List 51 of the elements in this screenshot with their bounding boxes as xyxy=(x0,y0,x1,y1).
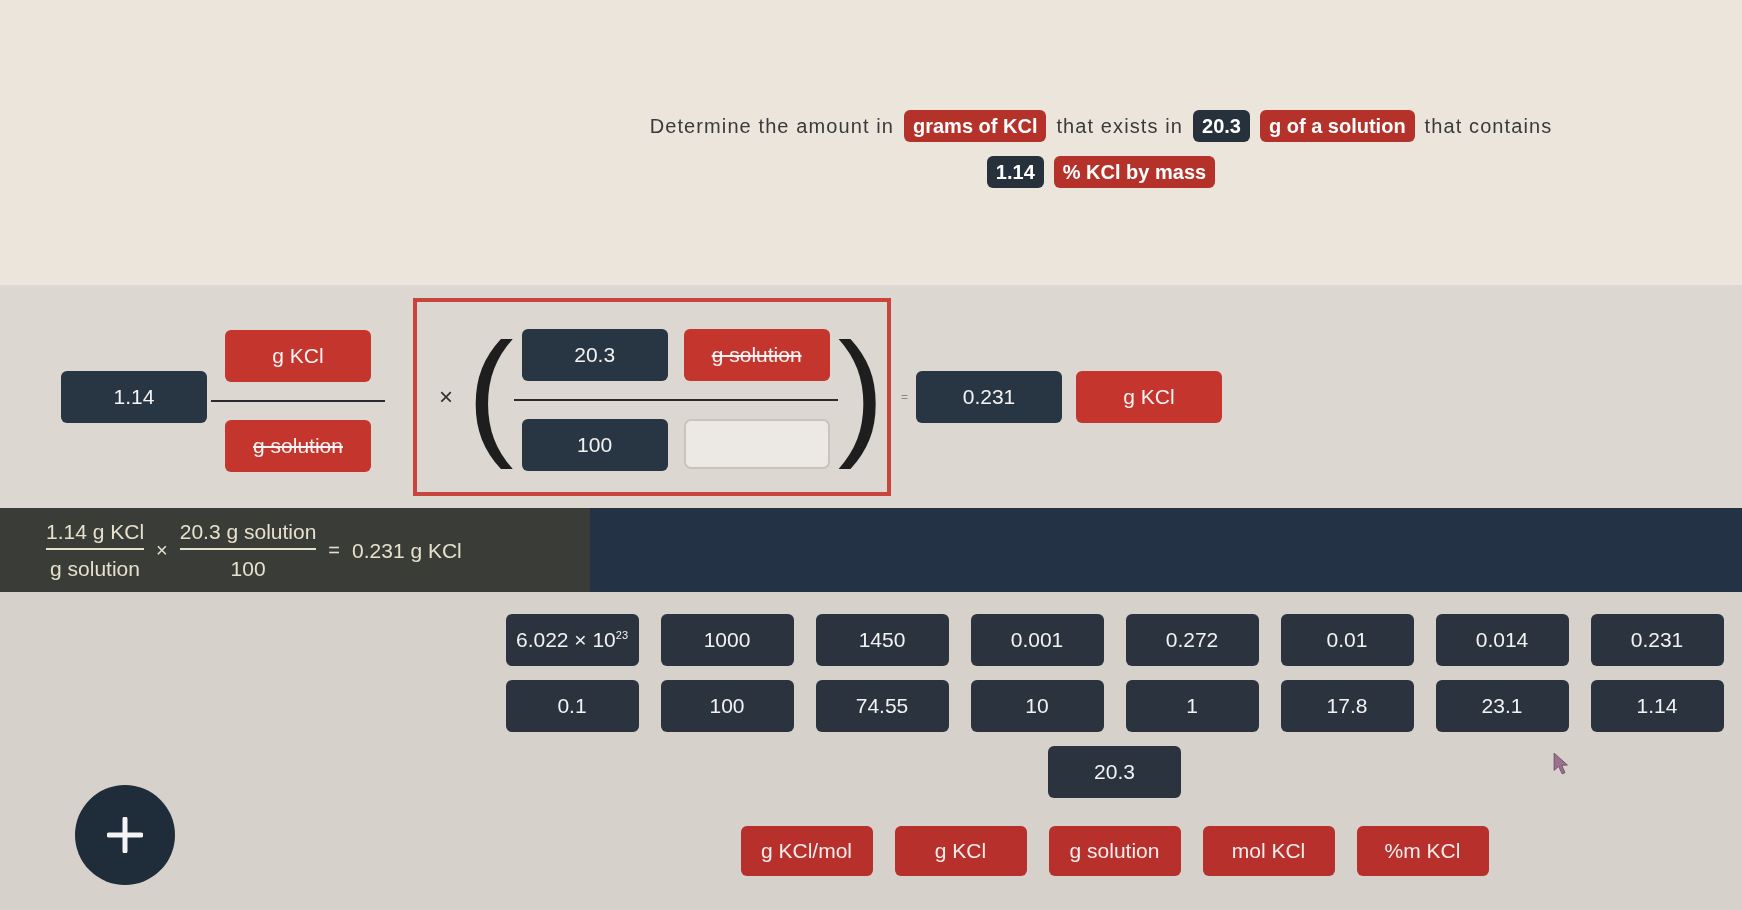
number-tile[interactable]: 0.1 xyxy=(505,680,639,732)
number-tile[interactable]: 1000 xyxy=(660,614,794,666)
question-text: Determine the amount in xyxy=(649,114,894,138)
number-tile[interactable]: 20.3 xyxy=(1048,746,1181,798)
equals-sign: = xyxy=(901,389,908,404)
unit-tile[interactable]: %m KCl xyxy=(1356,826,1489,876)
quantity-tile[interactable]: 100 xyxy=(521,418,668,471)
fraction-numerator: 20.3 g solution xyxy=(179,519,317,544)
operator-sign: × xyxy=(156,538,168,562)
number-tile[interactable]: 0.272 xyxy=(1125,614,1259,666)
number-tile[interactable]: 100 xyxy=(660,680,794,732)
number-tile[interactable]: 0.231 xyxy=(1590,614,1724,666)
plus-icon xyxy=(107,817,143,853)
unit-tile[interactable]: g solution xyxy=(683,328,830,381)
quantity-tile[interactable]: 0.231 xyxy=(916,370,1062,423)
unit-tile[interactable]: g solution xyxy=(1048,826,1181,876)
number-tile[interactable]: 17.8 xyxy=(1280,680,1414,732)
number-tile[interactable]: 0.01 xyxy=(1280,614,1414,666)
question-text: that contains xyxy=(1424,114,1553,138)
number-tile[interactable]: 1450 xyxy=(815,614,949,666)
unit-tile[interactable]: g KCl xyxy=(1076,370,1222,423)
open-parenthesis: ( xyxy=(467,316,514,467)
unit-chip: g of a solution xyxy=(1259,110,1415,142)
number-tile[interactable]: 74.55 xyxy=(815,680,949,732)
number-tile[interactable]: 23.1 xyxy=(1435,680,1569,732)
operator-sign: = xyxy=(328,538,341,562)
quantity-tile[interactable]: 1.14 xyxy=(61,370,207,423)
fraction-numerator: 1.14 g KCl xyxy=(46,519,145,544)
fraction-denominator: 100 xyxy=(230,556,266,581)
number-tile[interactable]: 0.014 xyxy=(1435,614,1569,666)
unit-tile[interactable]: mol KCl xyxy=(1202,826,1335,876)
fraction-denominator: g solution xyxy=(50,556,140,581)
number-tile[interactable]: 1.14 xyxy=(1590,680,1724,732)
result-text: 0.231 g KCl xyxy=(352,537,462,563)
unit-tile[interactable]: g KCl/mol xyxy=(740,826,873,876)
number-tile[interactable]: 6.022 × 10$^{23}$ xyxy=(505,614,639,666)
number-tile[interactable]: 0.001 xyxy=(970,614,1104,666)
unit-chip: % KCl by mass xyxy=(1053,156,1216,188)
quantity-chip: 20.3 xyxy=(1193,110,1250,142)
unit-tile[interactable]: g KCl xyxy=(225,329,371,382)
unit-tile[interactable]: g KCl xyxy=(894,826,1027,876)
number-tile[interactable]: 10 xyxy=(970,680,1104,732)
close-parenthesis: ) xyxy=(837,316,885,467)
quantity-chip: 1.14 xyxy=(986,156,1044,188)
number-tile[interactable]: 1 xyxy=(1125,680,1259,732)
unit-tile[interactable]: g solution xyxy=(225,419,371,472)
question-text: that exists in xyxy=(1056,114,1183,138)
mouse-cursor-icon xyxy=(1553,752,1569,775)
quantity-tile[interactable]: 20.3 xyxy=(521,328,668,381)
unit-chip: grams of KCl xyxy=(904,110,1047,142)
times-sign: × xyxy=(439,382,453,411)
